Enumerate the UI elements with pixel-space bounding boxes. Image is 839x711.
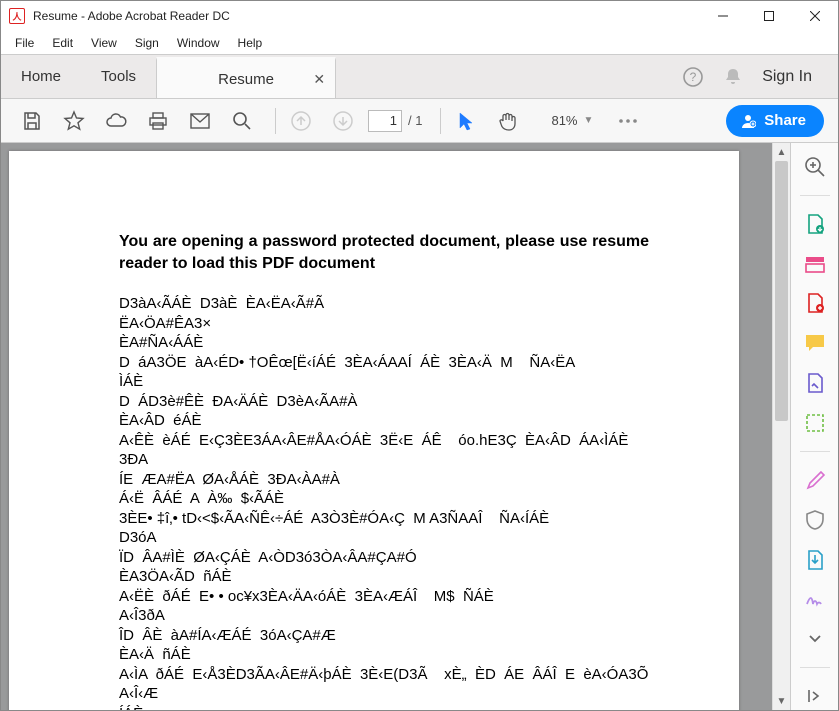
window-title: Resume - Adobe Acrobat Reader DC <box>33 9 230 23</box>
document-text-line: ÌÁÈ <box>119 372 679 392</box>
save-icon[interactable] <box>15 104 49 138</box>
export-pdf-icon[interactable] <box>799 210 831 238</box>
share-button-label: Share <box>764 112 806 129</box>
tabbar: Home Tools Resume ✕ ? Sign In <box>1 55 838 99</box>
menu-edit[interactable]: Edit <box>44 34 81 52</box>
cloud-icon[interactable] <box>99 104 133 138</box>
app-icon: 人 <box>9 8 25 24</box>
document-text-line: A‹Î‹Æ <box>119 684 679 704</box>
tools-tab[interactable]: Tools <box>81 55 156 98</box>
page-up-icon[interactable] <box>284 104 318 138</box>
scrollbar-thumb[interactable] <box>775 161 788 421</box>
document-text-line: A‹ÊÈ èÁÉ E‹Ç3ÈE3ÁA‹ÂE#ÅA‹ÓÁÈ 3Ë‹E ÁÊ óo.… <box>119 431 679 451</box>
compress-icon[interactable] <box>799 546 831 574</box>
print-icon[interactable] <box>141 104 175 138</box>
share-button[interactable]: Share <box>726 105 824 137</box>
menu-sign[interactable]: Sign <box>127 34 167 52</box>
comment-icon[interactable] <box>799 329 831 357</box>
document-text-line: D3óA <box>119 528 679 548</box>
zoom-dropdown-caret-icon[interactable]: ▼ <box>584 115 594 126</box>
document-text-line: A‹ÌA ðÁÉ E‹Å3ÈD3ÃA‹ÂE#Ä‹þÁÈ 3È‹E(D3Ã xÈ„… <box>119 665 679 685</box>
document-heading: You are opening a password protected doc… <box>119 231 649 274</box>
sign-in-link[interactable]: Sign In <box>762 68 812 86</box>
close-button[interactable] <box>792 1 838 31</box>
document-text-line: A‹Î3ðA <box>119 606 679 626</box>
signature-icon[interactable] <box>799 586 831 614</box>
vertical-scrollbar[interactable]: ▲ ▼ <box>772 143 790 710</box>
more-tools-green-icon[interactable] <box>799 409 831 437</box>
document-viewport[interactable]: You are opening a password protected doc… <box>1 143 772 710</box>
sign-tool-icon[interactable] <box>799 466 831 494</box>
document-text-line: 3ÐA <box>119 450 679 470</box>
document-text-line: ÈA‹ÂD éÁÈ <box>119 411 679 431</box>
minimize-button[interactable] <box>700 1 746 31</box>
document-area: You are opening a password protected doc… <box>1 143 790 710</box>
menu-view[interactable]: View <box>83 34 125 52</box>
svg-text:?: ? <box>690 70 697 84</box>
menu-window[interactable]: Window <box>169 34 228 52</box>
hand-tool-icon[interactable] <box>491 104 525 138</box>
home-tab[interactable]: Home <box>1 55 81 98</box>
fill-sign-icon[interactable] <box>799 369 831 397</box>
zoom-tool-icon[interactable] <box>799 153 831 181</box>
menu-file[interactable]: File <box>7 34 42 52</box>
document-page: You are opening a password protected doc… <box>9 151 739 710</box>
document-text-line: D3àA‹ÃÁÈ D3àÈ ÈA‹ËA‹Ã#Ã <box>119 294 679 314</box>
expand-more-icon[interactable] <box>799 625 831 653</box>
scroll-down-icon[interactable]: ▼ <box>773 692 790 710</box>
document-text-line: ÍE ÆA#ËA ØA‹ÅÁÈ 3ÐA‹ÀA#À <box>119 470 679 490</box>
document-text-line: ÏD ÂA#ÌÈ ØA‹ÇÁÈ A‹ÒD3ó3ÒA‹ÂA#ÇA#Ó <box>119 548 679 568</box>
workspace: You are opening a password protected doc… <box>1 143 838 710</box>
document-text-line: ÍÁÈ <box>119 704 679 710</box>
document-text-line: ÈA‹Ä ñÁÈ <box>119 645 679 665</box>
document-text-line: ÈA3ÖA‹ÃD ñÁÈ <box>119 567 679 587</box>
scroll-up-icon[interactable]: ▲ <box>773 143 790 161</box>
right-tools-panel <box>790 143 838 710</box>
protect-icon[interactable] <box>799 506 831 534</box>
document-text-line: D ÁD3è#ÊÈ ÐA‹ÄÁÈ D3èA‹ÃA#À <box>119 392 679 412</box>
create-pdf-icon[interactable] <box>799 250 831 278</box>
page-number-input[interactable] <box>368 110 402 132</box>
menubar: File Edit View Sign Window Help <box>1 31 838 55</box>
search-icon[interactable] <box>225 104 259 138</box>
document-text-line: D áA3ÖE àA‹ÉD• †OÊœ[Ë‹íÁÉ 3ÈA‹ÁAAÍ ÁÈ 3È… <box>119 353 679 373</box>
star-icon[interactable] <box>57 104 91 138</box>
document-body: D3àA‹ÃÁÈ D3àÈ ÈA‹ËA‹Ã#ÃËA‹ÖA#ÊA3×ÈA#ÑA‹Á… <box>119 294 679 710</box>
email-icon[interactable] <box>183 104 217 138</box>
document-text-line: 3ÈE• ‡î‚• tD‹<$‹ÃA‹ÑÊ‹÷ÁÉ A3Ò3È#ÓA‹Ç M A… <box>119 509 679 529</box>
menu-help[interactable]: Help <box>230 34 271 52</box>
edit-pdf-icon[interactable] <box>799 290 831 318</box>
toolbar: / 1 81% ▼ Share <box>1 99 838 143</box>
maximize-button[interactable] <box>746 1 792 31</box>
bell-icon[interactable] <box>722 66 744 88</box>
titlebar: 人 Resume - Adobe Acrobat Reader DC <box>1 1 838 31</box>
close-tab-icon[interactable]: ✕ <box>313 71 325 88</box>
more-tools-icon[interactable] <box>611 104 645 138</box>
page-down-icon[interactable] <box>326 104 360 138</box>
document-text-line: ÈA#ÑA‹ÁÁÈ <box>119 333 679 353</box>
document-tab[interactable]: Resume ✕ <box>156 57 336 98</box>
selection-tool-icon[interactable] <box>449 104 483 138</box>
collapse-panel-icon[interactable] <box>799 682 831 710</box>
document-text-line: Á‹Ë ÂÁÉ A À‰ $‹ÃÁÈ <box>119 489 679 509</box>
document-text-line: ËA‹ÖA#ÊA3× <box>119 314 679 334</box>
page-total-label: / 1 <box>408 113 422 128</box>
document-text-line: A‹ËÈ ðÁÉ E• • oc¥x3ÈA‹ÄA‹óÁÈ 3ÈA‹ÆÁÎ M$ … <box>119 587 679 607</box>
document-tab-label: Resume <box>218 71 274 88</box>
zoom-value: 81% <box>551 113 577 128</box>
document-text-line: ÎD ÂÈ àA#ÍA‹ÆÁÉ 3óA‹ÇA#Æ <box>119 626 679 646</box>
help-icon[interactable]: ? <box>682 66 704 88</box>
